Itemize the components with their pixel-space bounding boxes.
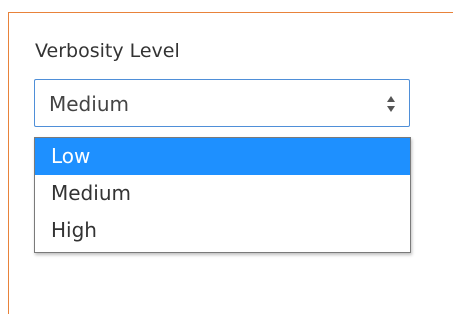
verbosity-level-select[interactable]: Medium — [34, 79, 410, 127]
option-low[interactable]: Low — [35, 138, 410, 175]
option-high[interactable]: High — [35, 212, 410, 249]
select-current-value: Medium — [49, 92, 129, 116]
settings-panel: Verbosity Level Medium Low Medium High — [8, 12, 453, 314]
verbosity-level-label: Verbosity Level — [35, 40, 180, 62]
verbosity-dropdown-list: Low Medium High — [34, 137, 411, 253]
up-down-arrows-icon — [386, 95, 396, 113]
option-medium[interactable]: Medium — [35, 175, 410, 212]
